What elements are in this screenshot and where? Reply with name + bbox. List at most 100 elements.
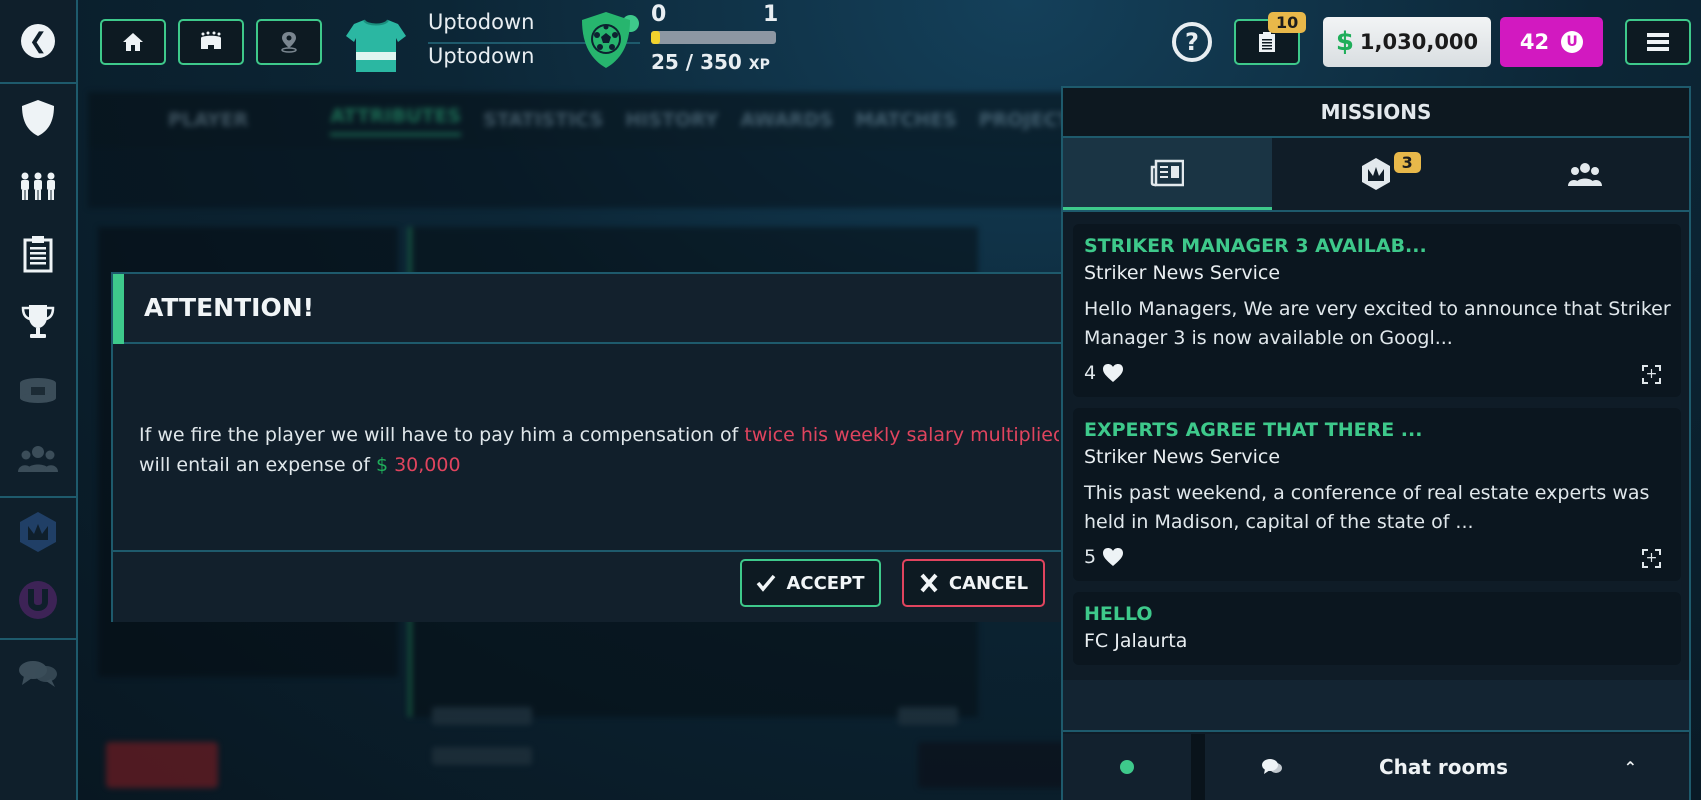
menu-button[interactable]	[1625, 19, 1691, 65]
dollar-icon: $	[1335, 27, 1354, 57]
dialog-header: ATTENTION!	[113, 274, 1069, 344]
news-source: FC Jalaurta	[1084, 630, 1188, 652]
coins-value: 42	[1519, 30, 1550, 54]
dollar-icon: $	[375, 454, 389, 476]
hamburger-menu-icon	[1647, 33, 1669, 51]
news-footer: 5	[1084, 543, 1671, 571]
location-button[interactable]	[256, 19, 322, 65]
notes-count-badge: 10	[1268, 12, 1307, 33]
sidebar-item-tactics[interactable]	[0, 220, 76, 288]
missions-count-badge: 3	[1393, 152, 1421, 173]
likes-count: 5	[1084, 546, 1097, 568]
u-coin-icon: U	[1561, 31, 1584, 53]
sidebar-item-squad[interactable]	[0, 152, 76, 220]
message-highlight: twice his weekly salary multiplied	[744, 424, 1059, 446]
expense-amount: 30,000	[394, 454, 461, 476]
tab-awards[interactable]: AWARDS	[740, 109, 833, 131]
chat-bar[interactable]: Chat rooms ⌃	[1063, 734, 1689, 800]
club-badge-icon	[582, 12, 630, 68]
salary-value	[898, 707, 958, 725]
sidebar-item-missions[interactable]	[0, 498, 76, 566]
news-source: Striker News Service	[1084, 262, 1281, 284]
accept-button[interactable]: ACCEPT	[740, 559, 881, 607]
clause-row	[432, 747, 532, 765]
money-balance[interactable]: $ 1,030,000	[1323, 17, 1491, 67]
tab-statistics[interactable]: STATISTICS	[483, 109, 603, 131]
dialog-title: ATTENTION!	[144, 293, 315, 322]
crown-hex-icon	[20, 512, 56, 552]
news-item[interactable]: HELLO FC Jalaurta	[1073, 592, 1681, 665]
missions-tabs: 3	[1063, 138, 1690, 212]
message-text: If we fire the player we will have to pa…	[139, 424, 745, 446]
cancel-button[interactable]: CANCEL	[902, 559, 1045, 607]
cancel-label: CANCEL	[948, 572, 1029, 594]
close-icon	[920, 573, 938, 593]
tab-matches[interactable]: MATCHES	[855, 109, 957, 131]
dialog-message-line-1: If we fire the player we will have to pa…	[139, 420, 1059, 450]
xp-value: 25 / 350	[651, 50, 742, 74]
message-text: will entail an expense of	[139, 454, 376, 476]
sidebar-item-club[interactable]	[0, 84, 76, 152]
manager-name[interactable]: Uptodown	[428, 44, 534, 68]
coins-balance[interactable]: 42 U	[1500, 17, 1603, 67]
fire-button[interactable]	[106, 742, 218, 788]
app-root: PLAYER ATTRIBUTES STATISTICS HISTORY AWA…	[0, 0, 1701, 800]
sidebar-item-community[interactable]	[0, 424, 76, 492]
attention-dialog: ATTENTION! If we fire the player we will…	[111, 272, 1071, 622]
dialog-message-line-2: will entail an expense of $ 30,000	[139, 450, 1059, 480]
map-pin-icon	[281, 32, 297, 53]
chat-status	[1063, 734, 1205, 800]
clipboard-icon	[1259, 32, 1275, 52]
expand-icon[interactable]: +	[1642, 365, 1661, 384]
heart-icon[interactable]	[1102, 547, 1124, 567]
expand-icon[interactable]: +	[1642, 549, 1661, 568]
chevron-left-icon: ❮	[21, 24, 55, 58]
news-list-footer	[1063, 680, 1689, 732]
news-footer: 4	[1084, 359, 1671, 387]
clipboard-icon	[23, 236, 53, 273]
home-icon	[123, 33, 143, 51]
tab-history[interactable]: HISTORY	[625, 109, 718, 131]
player-tabs: PLAYER ATTRIBUTES STATISTICS HISTORY AWA…	[88, 92, 1088, 148]
sidebar-item-stadium[interactable]	[0, 356, 76, 424]
check-icon	[757, 574, 776, 592]
xp-progress-fill	[651, 31, 660, 44]
sidebar-item-store[interactable]	[0, 566, 76, 634]
question-icon: ?	[1185, 28, 1199, 56]
tab-player[interactable]: PLAYER	[168, 109, 248, 131]
group-icon	[1567, 163, 1602, 186]
tab-friends[interactable]	[1480, 138, 1690, 210]
chat-bubbles-icon	[1262, 759, 1282, 774]
news-source: Striker News Service	[1084, 446, 1281, 468]
newspaper-icon	[1151, 159, 1185, 186]
stadium-button[interactable]	[178, 19, 244, 65]
news-body: This past weekend, a conference of real …	[1084, 482, 1650, 533]
money-value: 1,030,000	[1359, 30, 1479, 54]
news-item[interactable]: STRIKER MANAGER 3 AVAILAB... Striker New…	[1073, 224, 1681, 397]
next-level: 1	[763, 2, 779, 27]
help-button[interactable]: ?	[1172, 22, 1212, 62]
news-list[interactable]: STRIKER MANAGER 3 AVAILAB... Striker New…	[1073, 224, 1681, 680]
xp-readout: 25 / 350 XP	[651, 50, 770, 74]
sidebar-item-chat[interactable]	[0, 640, 76, 708]
back-button[interactable]: ❮	[0, 0, 76, 84]
group-icon	[18, 446, 58, 472]
xp-progress-bar	[651, 31, 776, 44]
home-button[interactable]	[100, 19, 166, 65]
heart-icon[interactable]	[1102, 363, 1124, 383]
tab-news[interactable]	[1063, 138, 1272, 210]
tab-attributes[interactable]: ATTRIBUTES	[330, 105, 462, 136]
sidebar-item-competitions[interactable]	[0, 288, 76, 356]
news-body: Hello Managers, We are very excited to a…	[1084, 298, 1671, 349]
news-item[interactable]: EXPERTS AGREE THAT THERE ... Striker New…	[1073, 408, 1681, 581]
stadium-icon	[201, 31, 221, 49]
online-status-indicator	[1120, 760, 1134, 774]
tab-missions[interactable]: 3	[1271, 138, 1481, 210]
sidebar: ❮	[0, 0, 78, 800]
team-name[interactable]: Uptodown	[428, 10, 534, 34]
chat-rooms-toggle[interactable]: Chat rooms ⌃	[1205, 734, 1689, 800]
chevron-up-icon[interactable]: ⌃	[1624, 758, 1637, 777]
personalize-button[interactable]	[918, 742, 1078, 788]
likes-count: 4	[1084, 362, 1097, 384]
chat-bubbles-icon	[19, 661, 57, 687]
